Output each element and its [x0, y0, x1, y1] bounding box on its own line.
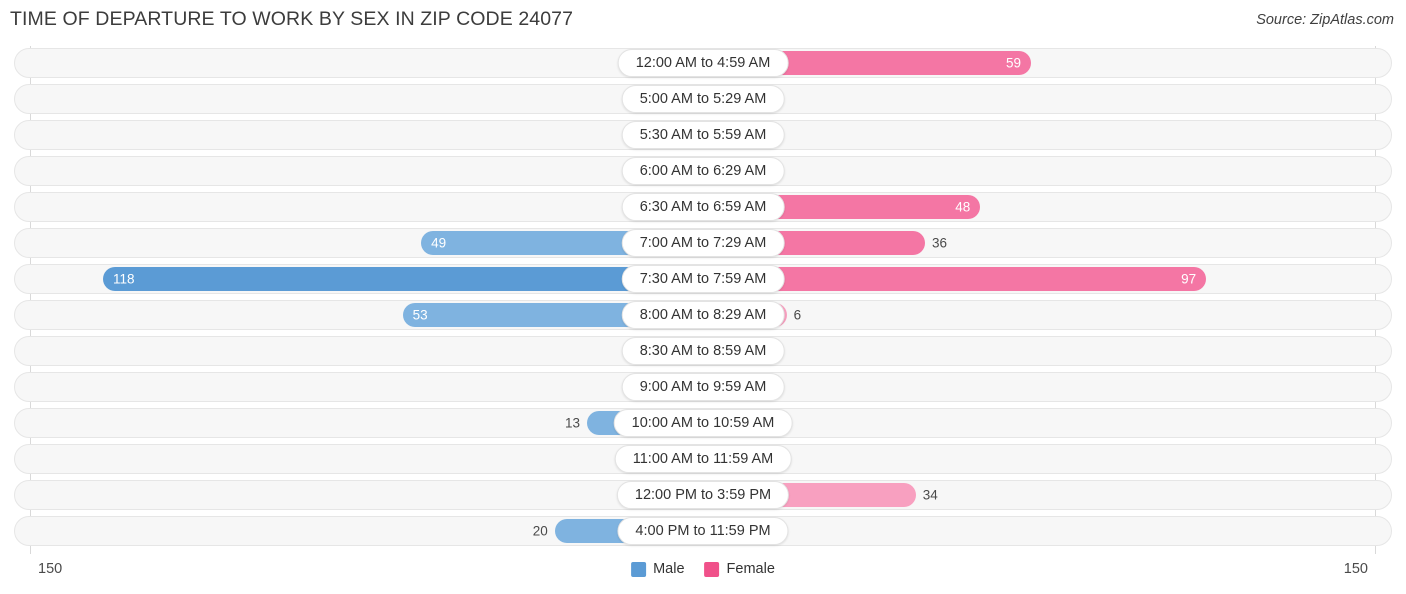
chart-row: 2004:00 PM to 11:59 PM — [14, 516, 1392, 546]
bar-value-female: 97 — [1181, 271, 1197, 287]
chart-row: 53 6 8:00 AM to 8:29 AM — [14, 300, 1392, 330]
chart-row: 005:00 AM to 5:29 AM — [14, 84, 1392, 114]
chart-plot-area: 05912:00 AM to 4:59 AM005:00 AM to 5:29 … — [0, 46, 1406, 554]
bar-value-male: 20 — [532, 523, 548, 539]
chart-row: 009:00 AM to 9:59 AM — [14, 372, 1392, 402]
category-label: 11:00 AM to 11:59 AM — [614, 445, 792, 473]
chart-header: TIME OF DEPARTURE TO WORK BY SEX IN ZIP … — [0, 0, 1406, 42]
bar-male[interactable]: 118 — [103, 267, 703, 291]
page-title: TIME OF DEPARTURE TO WORK BY SEX IN ZIP … — [10, 8, 574, 30]
bar-value-female: 59 — [1005, 55, 1021, 71]
chart-row: 005:30 AM to 5:59 AM — [14, 120, 1392, 150]
category-label: 6:30 AM to 6:59 AM — [621, 193, 785, 221]
category-label: 6:00 AM to 6:29 AM — [621, 157, 785, 185]
chart-legend: Male Female — [631, 561, 775, 577]
chart-row: 0486:30 AM to 6:59 AM — [14, 192, 1392, 222]
chart-row: 05912:00 AM to 4:59 AM — [14, 48, 1392, 78]
legend-swatch — [704, 561, 720, 577]
chart-row: 008:30 AM to 8:59 AM — [14, 336, 1392, 366]
chart-row: 03412:00 PM to 3:59 PM — [14, 480, 1392, 510]
chart-footer: 150 150 Male Female — [0, 554, 1406, 594]
chart-row: 49 36 7:00 AM to 7:29 AM — [14, 228, 1392, 258]
bar-value-female: 6 — [793, 307, 802, 323]
bar-value-male: 13 — [565, 415, 581, 431]
chart-page: TIME OF DEPARTURE TO WORK BY SEX IN ZIP … — [0, 0, 1406, 594]
bar-value-female: 34 — [922, 487, 938, 503]
axis-max-left: 150 — [38, 561, 63, 577]
bar-value-male: 49 — [431, 235, 447, 251]
category-label: 7:30 AM to 7:59 AM — [621, 265, 785, 293]
category-label: 8:00 AM to 8:29 AM — [621, 301, 785, 329]
bar-value-male: 118 — [113, 271, 135, 287]
axis-max-right: 150 — [1343, 561, 1368, 577]
legend-item[interactable]: Male — [631, 561, 685, 577]
category-label: 4:00 PM to 11:59 PM — [617, 517, 789, 545]
category-label: 12:00 AM to 4:59 AM — [617, 49, 789, 77]
category-label: 9:00 AM to 9:59 AM — [621, 373, 785, 401]
source-attribution: Source: ZipAtlas.com — [1256, 12, 1394, 28]
chart-row: 0011:00 AM to 11:59 AM — [14, 444, 1392, 474]
bar-value-female: 36 — [931, 235, 947, 251]
category-label: 8:30 AM to 8:59 AM — [621, 337, 785, 365]
bar-value-female: 48 — [955, 199, 971, 215]
legend-swatch — [631, 561, 647, 577]
category-label: 7:00 AM to 7:29 AM — [621, 229, 785, 257]
legend-label: Female — [726, 561, 775, 577]
bar-value-male: 53 — [412, 307, 428, 323]
chart-row: 006:00 AM to 6:29 AM — [14, 156, 1392, 186]
category-label: 12:00 PM to 3:59 PM — [616, 481, 790, 509]
legend-label: Male — [653, 561, 685, 577]
chart-row: 13010:00 AM to 10:59 AM — [14, 408, 1392, 438]
category-label: 5:00 AM to 5:29 AM — [621, 85, 785, 113]
chart-row: 118 97 7:30 AM to 7:59 AM — [14, 264, 1392, 294]
category-label: 10:00 AM to 10:59 AM — [613, 409, 793, 437]
legend-item[interactable]: Female — [704, 561, 775, 577]
category-label: 5:30 AM to 5:59 AM — [621, 121, 785, 149]
